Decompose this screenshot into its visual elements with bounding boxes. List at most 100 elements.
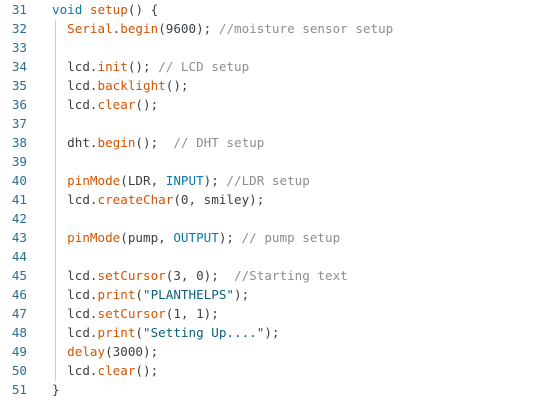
code-token: (3000); [105, 344, 159, 359]
code-line[interactable]: 34 lcd.init(); // LCD setup [0, 57, 558, 76]
code-line[interactable]: 44 [0, 247, 558, 266]
code-token: lcd. [52, 268, 98, 283]
code-token: ( [135, 287, 144, 302]
line-number: 50 [11, 363, 27, 378]
code-text: lcd.clear(); [52, 95, 158, 114]
code-text: lcd.setCursor(3, 0); //Starting text [52, 266, 348, 285]
code-token: begin [97, 135, 136, 150]
code-line[interactable]: 38 dht.begin(); // DHT setup [0, 133, 558, 152]
code-line[interactable]: 45 lcd.setCursor(3, 0); //Starting text [0, 266, 558, 285]
code-token: pinMode [67, 173, 121, 188]
code-text: lcd.backlight(); [52, 76, 189, 95]
code-text: lcd.print("Setting Up...."); [52, 323, 280, 342]
line-number: 34 [11, 59, 27, 74]
code-token: // LCD setup [158, 59, 250, 74]
code-token: () { [127, 2, 159, 17]
code-token: begin [120, 21, 159, 36]
code-line[interactable]: 36 lcd.clear(); [0, 95, 558, 114]
code-text: pinMode(LDR, INPUT); //LDR setup [52, 171, 310, 190]
code-token: init [97, 59, 128, 74]
line-number: 33 [11, 40, 27, 55]
code-text: lcd.print("PLANTHELPS"); [52, 285, 249, 304]
code-token: dht. [52, 135, 98, 150]
code-token: (); [127, 59, 159, 74]
code-token: createChar [97, 192, 174, 207]
code-token: ); [203, 173, 227, 188]
line-number: 49 [11, 344, 27, 359]
code-line[interactable]: 46 lcd.print("PLANTHELPS"); [0, 285, 558, 304]
line-number: 35 [11, 78, 27, 93]
line-number: 51 [11, 382, 27, 397]
code-token: (); [165, 78, 189, 93]
code-token: lcd. [52, 363, 98, 378]
code-token: Serial [67, 21, 113, 36]
code-token: clear [97, 363, 136, 378]
code-token: setCursor [97, 268, 166, 283]
code-token: lcd. [52, 287, 98, 302]
line-number: 37 [11, 116, 27, 131]
code-token: } [52, 382, 60, 397]
code-token: lcd. [52, 325, 98, 340]
code-line[interactable]: 31 void setup() { [0, 0, 558, 19]
line-number: 42 [11, 211, 27, 226]
line-number: 32 [11, 21, 27, 36]
code-text: void setup() { [52, 0, 158, 19]
line-number: 31 [11, 2, 27, 17]
code-token: lcd. [52, 59, 98, 74]
code-text: lcd.createChar(0, smiley); [52, 190, 264, 209]
code-line[interactable]: 40 pinMode(LDR, INPUT); //LDR setup [0, 171, 558, 190]
code-line[interactable]: 37 [0, 114, 558, 133]
code-line[interactable]: 42 [0, 209, 558, 228]
code-token: //LDR setup [226, 173, 310, 188]
code-token: (LDR, [120, 173, 166, 188]
code-token: // pump setup [241, 230, 341, 245]
code-line[interactable]: 41 lcd.createChar(0, smiley); [0, 190, 558, 209]
code-line[interactable]: 32 Serial.begin(9600); //moisture sensor… [0, 19, 558, 38]
code-text: lcd.init(); // LCD setup [52, 57, 249, 76]
code-token: print [97, 325, 136, 340]
line-number: 48 [11, 325, 27, 340]
code-token: delay [67, 344, 106, 359]
code-token: lcd. [52, 192, 98, 207]
code-token: //moisture sensor setup [218, 21, 394, 36]
line-number: 36 [11, 97, 27, 112]
code-line[interactable]: 39 [0, 152, 558, 171]
code-line[interactable]: 43 pinMode(pump, OUTPUT); // pump setup [0, 228, 558, 247]
code-token: ); [218, 230, 242, 245]
code-line[interactable]: 49 delay(3000); [0, 342, 558, 361]
code-line[interactable]: 50 lcd.clear(); [0, 361, 558, 380]
code-token: "PLANTHELPS" [143, 287, 235, 302]
line-number: 43 [11, 230, 27, 245]
code-token: lcd. [52, 306, 98, 321]
code-text: lcd.clear(); [52, 361, 158, 380]
code-token: OUTPUT [173, 230, 219, 245]
code-line[interactable]: 33 [0, 38, 558, 57]
code-line[interactable]: 47 lcd.setCursor(1, 1); [0, 304, 558, 323]
code-token: "Setting Up...." [143, 325, 265, 340]
code-line[interactable]: 51} [0, 380, 558, 399]
code-token: (); [135, 135, 174, 150]
code-token: ); [264, 325, 280, 340]
line-number: 40 [11, 173, 27, 188]
code-token: (); [135, 363, 159, 378]
code-line[interactable]: 48 lcd.print("Setting Up...."); [0, 323, 558, 342]
code-token: (pump, [120, 230, 174, 245]
code-token: (3, 0); [165, 268, 234, 283]
line-number: 45 [11, 268, 27, 283]
code-token: clear [97, 97, 136, 112]
code-text: lcd.setCursor(1, 1); [52, 304, 219, 323]
code-token: pinMode [67, 230, 121, 245]
code-token: lcd. [52, 78, 98, 93]
line-number: 38 [11, 135, 27, 150]
line-number: 47 [11, 306, 27, 321]
code-token: (1, 1); [165, 306, 219, 321]
code-token: print [97, 287, 136, 302]
code-text: pinMode(pump, OUTPUT); // pump setup [52, 228, 340, 247]
code-editor[interactable]: 31 void setup() {32 Serial.begin(9600); /… [0, 0, 558, 404]
code-line[interactable]: 35 lcd.backlight(); [0, 76, 558, 95]
